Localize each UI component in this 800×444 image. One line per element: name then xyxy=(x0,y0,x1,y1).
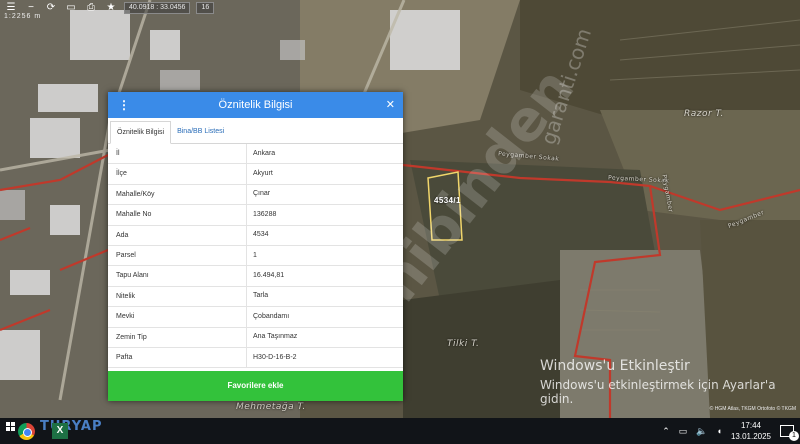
add-favorite-button[interactable]: Favorilere ekle xyxy=(108,371,403,401)
attribute-value: 136288 xyxy=(253,210,277,218)
zoom-level: 16 xyxy=(196,2,215,14)
chrome-icon[interactable] xyxy=(18,423,35,440)
attribute-row: Zemin Tip Ana Taşınmaz xyxy=(108,327,403,348)
attribute-value: Akyurt xyxy=(253,170,273,178)
refresh-icon[interactable]: ⟳ xyxy=(44,2,58,14)
tab-attributes[interactable]: Öznitelik Bilgisi xyxy=(110,121,172,144)
attribute-value: Tarla xyxy=(253,292,269,300)
attribute-key: Ada xyxy=(108,225,247,245)
attribute-row: Tapu Alanı 16.494,81 xyxy=(108,266,403,287)
attribute-value: 16.494,81 xyxy=(253,272,285,280)
activation-title: Windows'u Etkinleştir xyxy=(540,358,690,374)
start-icon[interactable] xyxy=(6,422,16,432)
windows-taskbar: TURYAP X ⌃ ▭ 🔈 ◖ 17:44 13.01.2025 1 xyxy=(0,418,800,444)
attribute-row: İl Ankara xyxy=(108,144,403,165)
attribute-dialog: ⋮ Öznitelik Bilgisi ✕ Öznitelik Bilgisi … xyxy=(108,92,403,401)
attribute-row: Ada 4534 xyxy=(108,225,403,246)
place-label: Mehmetağa T. xyxy=(236,402,306,412)
attribute-key: Mahalle No xyxy=(108,205,247,225)
volume-icon[interactable]: 🔈 xyxy=(696,426,707,437)
dialog-header: ⋮ Öznitelik Bilgisi ✕ xyxy=(108,92,403,118)
attribute-row: Parsel 1 xyxy=(108,245,403,267)
attribute-value: Ana Taşınmaz xyxy=(253,333,298,341)
clock[interactable]: 17:44 13.01.2025 xyxy=(731,420,771,442)
close-icon[interactable]: ✕ xyxy=(386,98,395,112)
attribute-row: Nitelik Tarla xyxy=(108,286,403,308)
attribute-row: Mahalle/Köy Çınar xyxy=(108,184,403,206)
excel-icon[interactable]: X xyxy=(52,423,68,439)
dialog-tabs: Öznitelik Bilgisi Bina/BB Listesi xyxy=(108,118,403,144)
attribute-key: İlçe xyxy=(108,164,247,184)
place-label: Razor T. xyxy=(684,109,724,119)
attribute-key: Mahalle/Köy xyxy=(108,184,247,205)
attribute-row: Pafta H30-D-16-B-2 xyxy=(108,347,403,369)
dialog-title: Öznitelik Bilgisi xyxy=(218,99,293,111)
attribute-key: Parsel xyxy=(108,245,247,266)
attribute-key: Nitelik xyxy=(108,286,247,307)
coordinate-readout: 40.0918 : 33.0456 xyxy=(124,2,191,14)
attribute-value: 1 xyxy=(253,251,257,259)
chevron-up-icon[interactable]: ⌃ xyxy=(662,426,670,437)
activation-hint: Windows'u etkinleştirmek için Ayarlar'a … xyxy=(540,378,776,406)
notification-icon[interactable]: 1 xyxy=(780,425,799,441)
windows-activation-notice: Windows'u Etkinleştir Windows'u etkinleş… xyxy=(540,358,800,406)
notification-count: 1 xyxy=(789,431,799,441)
attribute-value: Ankara xyxy=(253,149,276,157)
clock-date: 13.01.2025 xyxy=(730,432,771,441)
system-tray: ⌃ ▭ 🔈 ◖ 17:44 13.01.2025 1 xyxy=(662,418,800,444)
attribute-row: Mevki Çobandamı xyxy=(108,307,403,328)
star-icon[interactable]: ★ xyxy=(104,2,118,14)
attribute-key: Zemin Tip xyxy=(108,327,247,347)
turyap-logo: TURYAP xyxy=(40,419,103,434)
attribute-key: Pafta xyxy=(108,347,247,368)
place-label: Tilki T. xyxy=(447,339,480,349)
tab-building-list[interactable]: Bina/BB Listesi xyxy=(171,121,230,144)
measure-icon[interactable]: ▭ xyxy=(64,2,78,14)
network-icon[interactable]: ▭ xyxy=(679,426,688,437)
clock-time: 17:44 xyxy=(740,421,761,430)
map-attribution: © HGM Atlas, TKGM Ortofoto © TKGM xyxy=(709,406,796,412)
attribute-key: Tapu Alanı xyxy=(108,266,247,286)
sound-icon[interactable]: ◖ xyxy=(717,426,722,436)
attribute-table: İl Ankara İlçe Akyurt Mahalle/Köy Çınar Mahall… xyxy=(108,144,403,369)
attribute-value: H30-D-16-B-2 xyxy=(253,353,297,361)
attribute-key: İl xyxy=(108,144,247,164)
attribute-row: Mahalle No 136288 xyxy=(108,205,403,226)
print-icon[interactable]: ⎙ xyxy=(84,2,98,14)
dialog-menu-icon[interactable]: ⋮ xyxy=(118,98,130,112)
attribute-value: Çobandamı xyxy=(253,312,290,320)
attribute-key: Mevki xyxy=(108,307,247,327)
scale-readout: 1:2256 m xyxy=(4,13,42,20)
attribute-value: 4534 xyxy=(253,231,269,239)
attribute-row: İlçe Akyurt xyxy=(108,164,403,185)
attribute-value: Çınar xyxy=(253,190,271,198)
